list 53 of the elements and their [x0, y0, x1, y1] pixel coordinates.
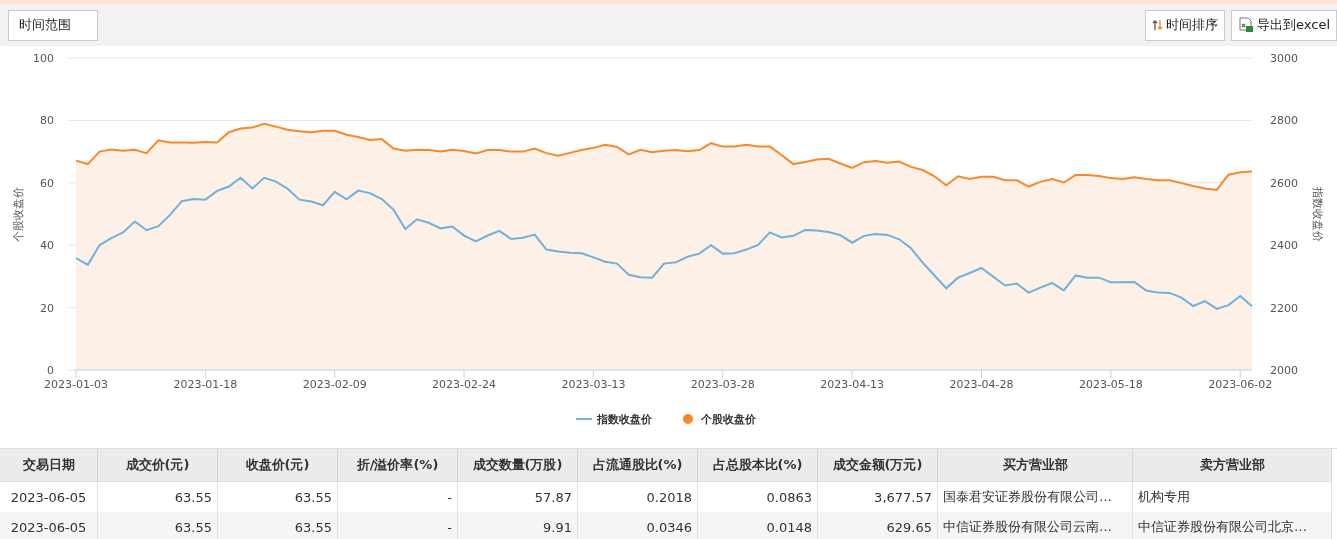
axis-tick-label: 20: [40, 301, 54, 315]
column-header: 收盘价(元): [218, 449, 338, 482]
column-header: 占总股本比(%): [698, 449, 818, 482]
axis-tick-label: 2800: [1270, 114, 1298, 128]
axis-tick-label: 80: [40, 114, 54, 128]
axis-tick-label: 0: [47, 364, 54, 377]
legend-label[interactable]: 指数收盘价: [597, 413, 652, 426]
time-range-button[interactable]: 时间范围: [8, 9, 98, 41]
legend-marker: [575, 418, 593, 420]
axis-tick-label: 100: [33, 52, 54, 65]
axis-tick-label: 2023-03-28: [690, 378, 755, 391]
axis-tick-label: 2023-04-13: [820, 378, 885, 391]
column-header: 折/溢价率(%): [338, 449, 458, 482]
axis-tick-label: 2000: [1270, 364, 1298, 377]
spreadsheet-icon: [1238, 17, 1254, 33]
axis-title: 个股收盘价: [12, 186, 25, 242]
sort-icon: [1152, 19, 1163, 31]
column-header: 成交数量(万股): [458, 449, 578, 482]
axis-title: 指数收盘价: [1311, 186, 1324, 242]
axis-tick-label: 60: [40, 176, 54, 190]
legend-label[interactable]: 个股收盘价: [701, 413, 756, 426]
axis-tick-label: 2200: [1270, 301, 1298, 315]
table-cell: 9.91: [458, 512, 578, 539]
sort-by-time-button[interactable]: 时间排序: [1145, 9, 1225, 41]
table-cell: 63.55: [98, 512, 218, 539]
column-header: 交易日期: [0, 449, 98, 482]
export-excel-button[interactable]: 导出到excel: [1231, 9, 1337, 41]
column-header: 成交价(元): [98, 449, 218, 482]
axis-tick-label: 2023-05-18: [1078, 378, 1143, 391]
axis-tick-label: 2023-04-28: [949, 378, 1014, 391]
axis-tick-label: 2023-06-02: [1208, 378, 1273, 391]
legend-marker: [683, 414, 693, 424]
column-header: 卖方营业部: [1133, 449, 1332, 482]
axis-tick-label: 2023-02-09: [302, 378, 367, 391]
axis-tick-label: 2023-01-03: [44, 378, 108, 391]
axis-tick-label: 2023-01-18: [173, 378, 238, 391]
table-cell: 63.55: [218, 512, 338, 539]
table-cell: -: [338, 512, 458, 539]
table-cell: 中信证券股份有限公司云南…: [938, 512, 1133, 539]
table-cell: 0.0346: [578, 512, 698, 539]
axis-tick-label: 2600: [1270, 176, 1298, 190]
table-cell: 629.65: [818, 512, 938, 539]
axis-tick-label: 2400: [1270, 239, 1298, 253]
table-cell: 2023-06-05: [0, 512, 98, 539]
column-header: 成交金额(万元): [818, 449, 938, 482]
axis-tick-label: 2023-02-24: [432, 378, 497, 391]
table-cell: 中信证券股份有限公司北京…: [1133, 512, 1332, 539]
column-header: 占流通股比(%): [578, 449, 698, 482]
axis-tick-label: 3000: [1270, 52, 1298, 65]
table-cell: 0.0148: [698, 512, 818, 539]
column-header: 买方营业部: [938, 449, 1133, 482]
axis-tick-label: 40: [40, 239, 54, 253]
axis-tick-label: 2023-03-13: [561, 378, 626, 391]
